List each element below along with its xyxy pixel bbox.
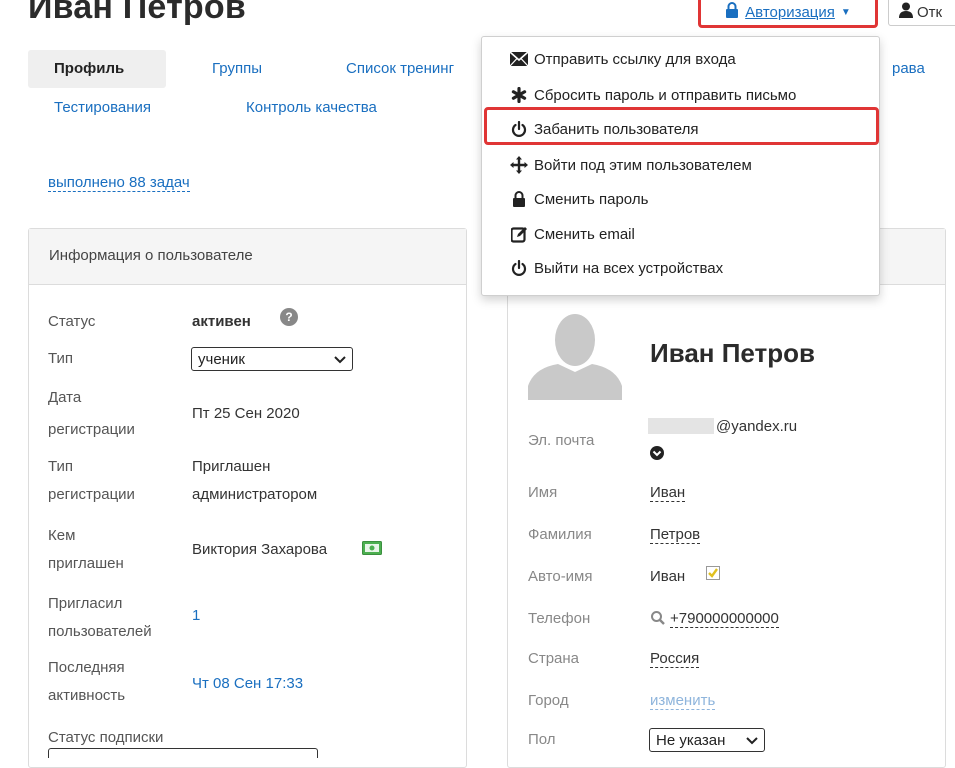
menu-item-login-as-user[interactable]: Войти под этим пользователем — [510, 156, 752, 174]
envelope-icon — [510, 50, 528, 68]
regdate-label-2: регистрации — [48, 421, 135, 438]
invitedby-label-2: приглашен — [48, 555, 124, 572]
power-icon — [510, 120, 528, 138]
power-icon — [510, 259, 528, 277]
lastname-label: Фамилия — [528, 526, 592, 543]
tab-profile[interactable]: Профиль — [54, 60, 124, 77]
lastname-value[interactable]: Петров — [650, 526, 701, 544]
firstname-label: Имя — [528, 484, 558, 501]
regtype-value-2: администратором — [192, 486, 318, 503]
lock-icon — [510, 190, 528, 208]
tab-quality-control[interactable]: Контроль качества — [246, 99, 377, 116]
invitedby-label-1: Кем — [48, 527, 76, 544]
menu-item-label: Войти под этим пользователем — [534, 156, 752, 174]
caret-down-icon: ▼ — [840, 6, 851, 18]
status-label: Статус — [48, 313, 96, 330]
subscription-label: Статус подписки — [48, 729, 164, 746]
exit-button[interactable]: Отк — [888, 0, 955, 26]
lastactive-label-2: активность — [48, 687, 126, 704]
menu-item-label: Сменить пароль — [534, 190, 649, 208]
menu-item-ban-user[interactable]: Забанить пользователя — [510, 120, 699, 138]
help-icon[interactable]: ? — [280, 308, 298, 326]
tab-tests[interactable]: Тестирования — [54, 99, 151, 116]
gender-select-value: Не указан — [656, 731, 726, 749]
menu-item-label: Сбросить пароль и отправить письмо — [534, 86, 797, 104]
menu-item-label: Отправить ссылку для входа — [534, 50, 736, 68]
lock-icon — [725, 2, 739, 22]
email-label: Эл. почта — [528, 432, 595, 449]
invited-label-1: Пригласил — [48, 595, 123, 612]
user-info-header: Информация о пользователе — [29, 229, 466, 285]
status-value: активен — [192, 313, 251, 330]
authorization-label: Авторизация — [745, 3, 835, 21]
search-icon[interactable] — [650, 610, 666, 630]
autoname-value: Иван — [650, 568, 686, 585]
regtype-label-2: регистрации — [48, 486, 135, 503]
chevron-down-icon — [746, 732, 758, 749]
menu-item-change-email[interactable]: Сменить email — [510, 225, 635, 243]
invited-label-2: пользователей — [48, 623, 152, 640]
menu-item-reset-password[interactable]: Сбросить пароль и отправить письмо — [510, 86, 796, 104]
lastactive-link[interactable]: Чт 08 Сен 17:33 — [192, 672, 303, 696]
authorization-button[interactable]: Авторизация ▼ — [698, 0, 878, 28]
exit-label: Отк — [917, 3, 943, 21]
authorization-dropdown-menu: Отправить ссылку для входа Сбросить паро… — [481, 36, 880, 296]
city-label: Город — [528, 692, 569, 709]
money-icon[interactable] — [362, 541, 382, 559]
invitedby-value: Виктория Захарова — [192, 541, 328, 558]
gender-label: Пол — [528, 731, 556, 748]
page-title: Иван Петров — [28, 0, 246, 26]
regdate-value: Пт 25 Сен 2020 — [192, 405, 300, 422]
profile-name: Иван Петров — [650, 338, 816, 368]
regdate-label-1: Дата — [48, 389, 82, 406]
autoname-label: Авто-имя — [528, 568, 593, 585]
tab-groups[interactable]: Группы — [212, 60, 262, 77]
type-select-value: ученик — [198, 350, 245, 368]
menu-item-change-password[interactable]: Сменить пароль — [510, 190, 648, 208]
subscription-select[interactable] — [48, 748, 318, 758]
menu-item-logout-all-devices[interactable]: Выйти на всех устройствах — [510, 259, 723, 277]
type-label: Тип — [48, 350, 74, 367]
asterisk-icon — [510, 86, 528, 104]
chevron-down-icon — [334, 351, 346, 368]
regtype-value-1: Приглашен — [192, 458, 271, 475]
email-value: @yandex.ru — [716, 418, 798, 435]
city-change-link[interactable]: изменить — [650, 692, 716, 710]
email-redacted — [648, 418, 714, 434]
country-label: Страна — [528, 650, 580, 667]
menu-item-label: Забанить пользователя — [534, 120, 699, 138]
tab-trainings[interactable]: Список тренинг — [346, 60, 454, 77]
menu-item-send-login-link[interactable]: Отправить ссылку для входа — [510, 50, 736, 68]
menu-item-label: Выйти на всех устройствах — [534, 259, 724, 277]
autoname-checkbox[interactable] — [706, 566, 720, 584]
lastactive-label-1: Последняя — [48, 659, 125, 676]
country-value[interactable]: Россия — [650, 650, 700, 668]
move-icon — [510, 156, 528, 174]
type-select[interactable]: ученик — [191, 347, 353, 371]
menu-item-label: Сменить email — [534, 225, 635, 243]
chevron-circle-down-icon[interactable] — [650, 446, 664, 464]
firstname-value[interactable]: Иван — [650, 484, 686, 502]
user-icon — [899, 2, 913, 22]
avatar[interactable] — [528, 306, 622, 404]
tab-rights[interactable]: рава — [892, 60, 925, 77]
phone-label: Телефон — [528, 610, 591, 627]
tasks-completed-link[interactable]: выполнено 88 задач — [48, 174, 190, 192]
invited-count-link[interactable]: 1 — [192, 604, 200, 628]
phone-value[interactable]: +790000000000 — [670, 610, 779, 628]
gender-select[interactable]: Не указан — [649, 728, 765, 752]
edit-icon — [510, 225, 528, 243]
regtype-label-1: Тип — [48, 458, 74, 475]
